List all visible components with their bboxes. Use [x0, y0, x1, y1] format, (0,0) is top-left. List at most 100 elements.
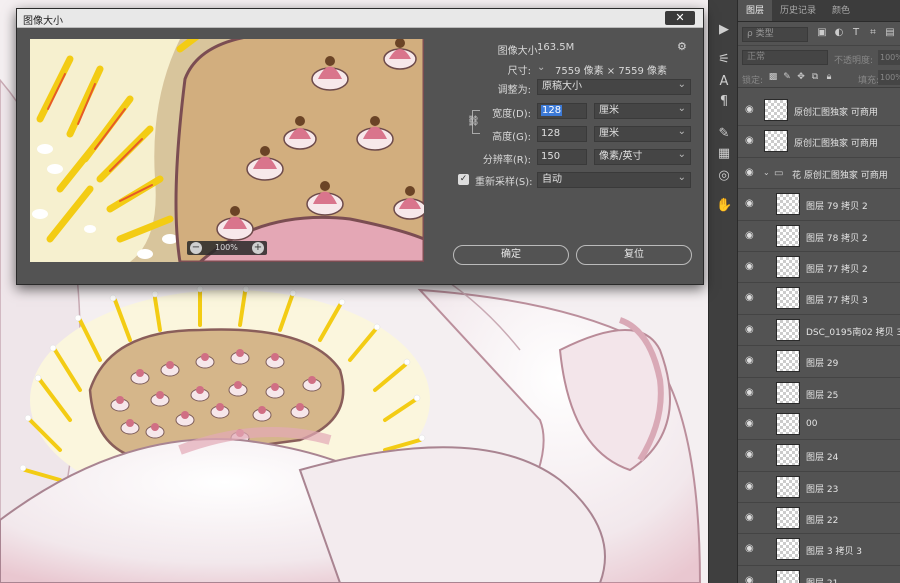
- layer-row[interactable]: ◉ 图层 24: [738, 440, 900, 472]
- lock-label: 锁定:: [742, 76, 764, 86]
- layer-thumbnail: [776, 381, 800, 404]
- eye-icon[interactable]: ◉: [745, 167, 757, 178]
- layer-filter-bar: ρ 类型 ▣ ◐ T ⌗ ▤: [738, 22, 900, 46]
- layer-name: 图层 77 拷贝 2: [806, 264, 868, 275]
- height-input[interactable]: 128: [537, 126, 587, 142]
- styles-icon[interactable]: ◎: [716, 168, 732, 184]
- layer-thumbnail: [776, 538, 800, 561]
- lock-all-icon[interactable]: 🔒︎: [824, 72, 834, 82]
- hand-icon[interactable]: ✋: [716, 198, 732, 214]
- layer-row[interactable]: ◉ 原创汇图独家 可商用: [738, 126, 900, 158]
- image-size-label: 图像大小:: [497, 46, 541, 57]
- reset-button[interactable]: 复位: [576, 245, 692, 265]
- eye-icon[interactable]: ◉: [745, 293, 757, 303]
- gear-icon[interactable]: ⚙: [677, 40, 687, 53]
- resolution-unit-select[interactable]: 像素/英寸: [594, 148, 691, 165]
- resolution-input[interactable]: 150: [537, 149, 587, 165]
- layer-row[interactable]: ◉ 图层 77 拷贝 3: [738, 283, 900, 315]
- tab-history[interactable]: 历史记录: [772, 0, 824, 21]
- eye-icon[interactable]: ◉: [745, 450, 757, 460]
- dialog-title: 图像大小: [23, 16, 63, 27]
- eye-icon[interactable]: ◉: [745, 324, 757, 335]
- type-filter-icon[interactable]: T: [850, 27, 862, 39]
- layer-name: 图层 24: [806, 453, 839, 464]
- layers-panel: 图层 历史记录 颜色 ρ 类型 ▣ ◐ T ⌗ ▤ 正常 不透明度: 100% …: [738, 0, 900, 583]
- dimensions-label: 尺寸:: [507, 66, 531, 77]
- zoom-in-button[interactable]: +: [252, 242, 264, 254]
- close-icon[interactable]: ✕: [665, 11, 695, 25]
- smart-object-filter-icon[interactable]: ▤: [884, 27, 896, 39]
- resolution-label: 分辨率(R):: [482, 155, 531, 166]
- image-preview[interactable]: − 100% +: [30, 39, 424, 262]
- lock-paint-icon[interactable]: ✎: [782, 72, 792, 82]
- blend-mode-select[interactable]: 正常: [742, 50, 828, 65]
- width-input[interactable]: 128: [537, 103, 587, 119]
- fit-to-label: 调整为:: [497, 85, 531, 96]
- layer-thumbnail: [776, 412, 800, 435]
- layer-row[interactable]: ◉ 原创汇图独家 可商用: [738, 95, 900, 127]
- ok-button[interactable]: 确定: [453, 245, 569, 265]
- layer-row[interactable]: ◉ 图层 25: [738, 378, 900, 409]
- resample-select[interactable]: 自动: [537, 171, 691, 188]
- play-icon[interactable]: ▶: [716, 22, 732, 38]
- filter-kind-select[interactable]: ρ 类型: [742, 27, 808, 42]
- adjust-icon[interactable]: ⚟: [716, 52, 732, 68]
- width-value: 128: [541, 105, 563, 116]
- tab-layers[interactable]: 图层: [738, 0, 773, 21]
- brush-icon[interactable]: ✎: [716, 126, 732, 142]
- lock-artboard-icon[interactable]: ⧉: [810, 72, 820, 82]
- fill-field[interactable]: 100%: [878, 70, 900, 85]
- dimensions-chevron-icon[interactable]: ⌄: [537, 62, 545, 73]
- height-unit-select[interactable]: 厘米: [594, 125, 691, 142]
- tab-color[interactable]: 颜色: [824, 0, 858, 21]
- eye-icon[interactable]: ◉: [745, 387, 757, 398]
- paragraph-icon[interactable]: ¶: [716, 94, 732, 110]
- layer-row[interactable]: ◉ 图层 23: [738, 472, 900, 504]
- zoom-out-button[interactable]: −: [190, 242, 202, 254]
- resample-label: 重新采样(S):: [475, 177, 533, 188]
- lock-transparent-icon[interactable]: ▩: [768, 72, 778, 82]
- eye-icon[interactable]: ◉: [745, 544, 757, 554]
- eye-icon[interactable]: ◉: [745, 481, 757, 492]
- width-unit-select[interactable]: 厘米: [594, 102, 691, 119]
- eye-icon[interactable]: ◉: [745, 199, 757, 209]
- layer-row[interactable]: ◉ 图层 78 拷贝 2: [738, 221, 900, 252]
- eye-icon[interactable]: ◉: [745, 261, 757, 272]
- layer-thumbnail: [776, 224, 800, 247]
- eye-icon[interactable]: ◉: [745, 513, 757, 523]
- layer-name: 图层 29: [806, 359, 839, 370]
- layer-thumbnail: [764, 99, 788, 121]
- shape-filter-icon[interactable]: ⌗: [867, 27, 879, 39]
- character-icon[interactable]: A: [716, 74, 732, 90]
- layer-row[interactable]: ◉ 图层 3 拷贝 3: [738, 534, 900, 566]
- dialog-titlebar[interactable]: 图像大小 ✕: [17, 9, 703, 28]
- eye-icon[interactable]: ◉: [745, 136, 757, 146]
- eye-icon[interactable]: ◉: [745, 356, 757, 366]
- preview-zoom-bar: − 100% +: [187, 241, 267, 255]
- eye-icon[interactable]: ◉: [745, 230, 757, 241]
- eye-icon[interactable]: ◉: [745, 418, 757, 429]
- layer-row[interactable]: ◉ 图层 21: [738, 566, 900, 583]
- image-size-dialog: 图像大小 ✕ − 100% + 图像大小: 163.5M ⚙ 尺寸: ⌄ 755…: [16, 8, 704, 285]
- resample-checkbox[interactable]: ✓: [458, 174, 469, 185]
- folder-icon: ▭: [774, 167, 784, 179]
- layer-row[interactable]: ◉ 00: [738, 409, 900, 441]
- eye-icon[interactable]: ◉: [745, 575, 757, 583]
- lock-position-icon[interactable]: ✥: [796, 72, 806, 82]
- layer-row[interactable]: ◉ DSC_0195南02 拷贝 3: [738, 315, 900, 347]
- eye-icon[interactable]: ◉: [745, 105, 757, 115]
- layer-group-row[interactable]: ◉ ⌄ ▭ 花 原创汇图独家 可商用: [738, 158, 900, 190]
- layer-row[interactable]: ◉ 图层 22: [738, 503, 900, 535]
- layer-name: 原创汇图独家 可商用: [794, 108, 878, 118]
- fit-to-select[interactable]: 原稿大小: [537, 78, 691, 95]
- layer-row[interactable]: ◉ 图层 79 拷贝 2: [738, 189, 900, 221]
- swatches-icon[interactable]: ▦: [716, 146, 732, 162]
- layer-row[interactable]: ◉ 图层 29: [738, 346, 900, 378]
- opacity-field[interactable]: 100%: [878, 50, 900, 65]
- tool-strip: ▶ ⚟ A ¶ ✎ ▦ ◎ ✋: [708, 0, 738, 583]
- layer-name: 花 原创汇图独家 可商用: [792, 170, 888, 181]
- layer-row[interactable]: ◉ 图层 77 拷贝 2: [738, 252, 900, 284]
- adjustment-filter-icon[interactable]: ◐: [833, 27, 845, 39]
- group-caret-icon[interactable]: ⌄: [763, 168, 770, 177]
- pixel-filter-icon[interactable]: ▣: [816, 27, 828, 39]
